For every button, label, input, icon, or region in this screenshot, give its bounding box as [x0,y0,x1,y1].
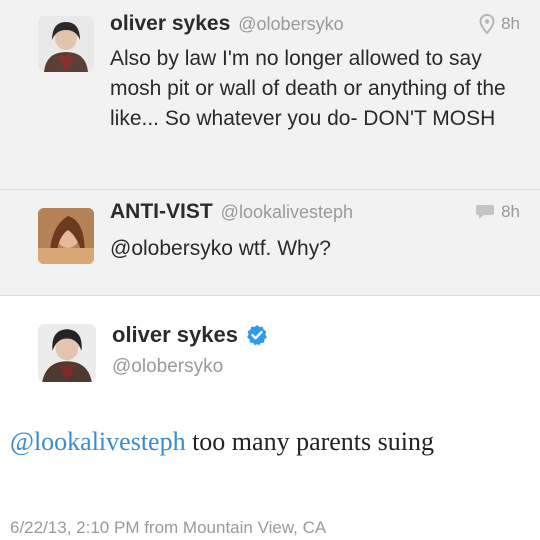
verified-badge-icon [247,325,267,346]
avatar[interactable] [38,16,94,72]
reply-bubble-icon [476,205,495,219]
tweet-item[interactable]: ANTI-VIST @lookalivesteph 8h @olobersyko … [0,190,540,296]
tweet-text: @lookalivesteph too many parents suing [10,422,530,462]
tweet-meta: 8h [475,202,520,222]
tweet-text: @olobersyko wtf. Why? [110,237,331,260]
author-handle[interactable]: @lookalivesteph [221,202,353,222]
avatar[interactable] [38,208,94,264]
mention-link[interactable]: @lookalivesteph [10,427,186,456]
avatar[interactable] [38,324,96,382]
tweet-item[interactable]: oliver sykes @olobersyko 8h Also by law I… [0,0,540,190]
tweet-header: oliver sykes @olobersyko [110,12,344,36]
location-pin-icon [479,14,495,34]
author-name-row: oliver sykes [112,322,268,348]
author-name[interactable]: oliver sykes [112,322,238,348]
tweet-text-rest: too many parents suing [185,427,434,456]
tweet-header: ANTI-VIST @lookalivesteph [110,200,353,224]
tweet-time: 8h [501,202,520,221]
author-name[interactable]: oliver sykes [110,12,230,35]
author-handle[interactable]: @olobersyko [238,14,343,34]
tweet-detail: oliver sykes @olobersyko @lookalivesteph… [0,296,540,540]
author-handle[interactable]: @olobersyko [112,356,223,378]
tweet-text: Also by law I'm no longer allowed to say… [110,47,506,130]
tweet-timestamp: 6/22/13, 2:10 PM from Mountain View, CA [10,518,327,537]
tweet-time: 8h [501,14,520,33]
author-name[interactable]: ANTI-VIST [110,200,213,223]
tweet-meta: 8h [479,14,520,34]
